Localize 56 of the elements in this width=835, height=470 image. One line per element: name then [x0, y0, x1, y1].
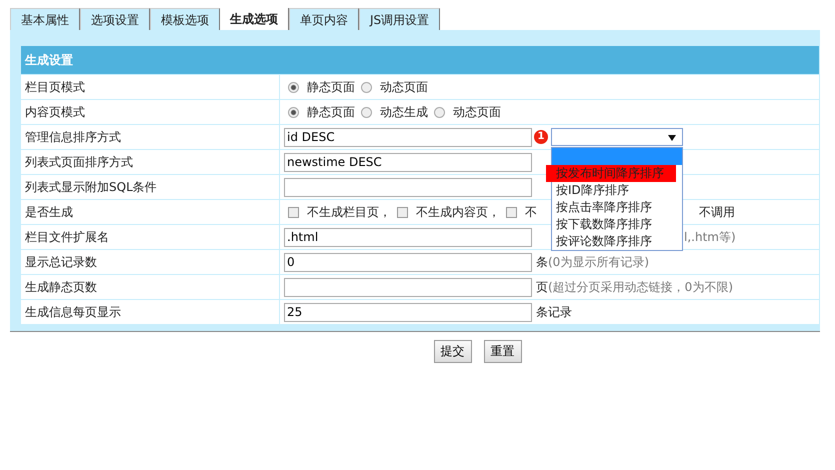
tab[interactable]: 基本属性 [10, 8, 80, 30]
tab[interactable]: 单页内容 [289, 8, 359, 30]
text-field[interactable]: id DESC [284, 128, 532, 146]
radio-label: 静态页面 [307, 104, 355, 120]
radio-label: 静态页面 [307, 78, 355, 96]
field-label: 显示总记录数 [20, 250, 280, 274]
radio-button[interactable] [288, 106, 299, 118]
tab[interactable]: JS调用设置 [359, 8, 440, 30]
dropdown-option[interactable]: 按下载数降序排序 [552, 216, 682, 233]
field-label: 是否生成 [20, 200, 280, 224]
step-badge: 1 [533, 129, 549, 145]
text-field[interactable]: 25 [284, 302, 532, 322]
hint-text: (超过分页采用动态链接，0为不限) [548, 278, 733, 296]
submit-button[interactable]: 提交 [434, 340, 472, 363]
reset-button[interactable]: 重置 [484, 340, 522, 363]
text-field[interactable] [284, 278, 532, 296]
radio-button[interactable] [361, 106, 372, 118]
sort-select[interactable] [551, 128, 683, 146]
radio-label: 动态页面 [380, 78, 428, 96]
unit-label: 页 [536, 278, 548, 296]
field-label: 栏目文件扩展名 [20, 224, 280, 250]
field-label: 栏目页模式 [20, 74, 280, 100]
radio-button[interactable] [434, 106, 445, 118]
field-label: 生成信息每页显示 [20, 300, 280, 324]
text-field[interactable]: .html [284, 228, 532, 246]
caret-icon [668, 135, 676, 141]
checkbox-label: 不 [525, 204, 537, 220]
hint-text: l,.htm等) [684, 228, 736, 246]
radio-label: 动态页面 [453, 104, 501, 120]
field-label: 列表式页面排序方式 [20, 150, 280, 174]
field-label: 内容页模式 [20, 100, 280, 124]
checkbox[interactable] [288, 206, 299, 218]
radio-button[interactable] [361, 82, 372, 92]
checkbox[interactable] [397, 206, 408, 218]
checkbox-label: 不生成内容页， [416, 204, 500, 220]
checkbox[interactable] [506, 206, 517, 218]
radio-button[interactable] [288, 82, 299, 92]
hint-text: (0为显示所有记录) [548, 254, 649, 270]
unit-label: 条记录 [536, 304, 572, 320]
checkbox-label: 不生成栏目页， [307, 204, 391, 220]
field-label: 管理信息排序方式 [20, 124, 280, 150]
tab[interactable]: 选项设置 [80, 8, 150, 30]
tab[interactable]: 模板选项 [150, 8, 220, 30]
dropdown-option[interactable]: 按评论数降序排序 [552, 233, 682, 250]
dropdown-option[interactable]: 按ID降序排序 [552, 182, 682, 199]
dropdown-option[interactable]: 按发布时间降序排序 [546, 165, 676, 182]
section-header: 生成设置 [20, 46, 820, 74]
radio-label: 动态生成 [380, 104, 428, 120]
field-label: 列表式显示附加SQL条件 [20, 174, 280, 200]
text-field[interactable]: newstime DESC [284, 152, 532, 172]
text-field[interactable] [284, 178, 532, 196]
text-field[interactable]: 0 [284, 252, 532, 272]
checkbox-label: 不调用 [699, 204, 735, 220]
unit-label: 条 [536, 254, 548, 270]
field-label: 生成静态页数 [20, 274, 280, 300]
dropdown-option[interactable]: 按点击率降序排序 [552, 199, 682, 216]
